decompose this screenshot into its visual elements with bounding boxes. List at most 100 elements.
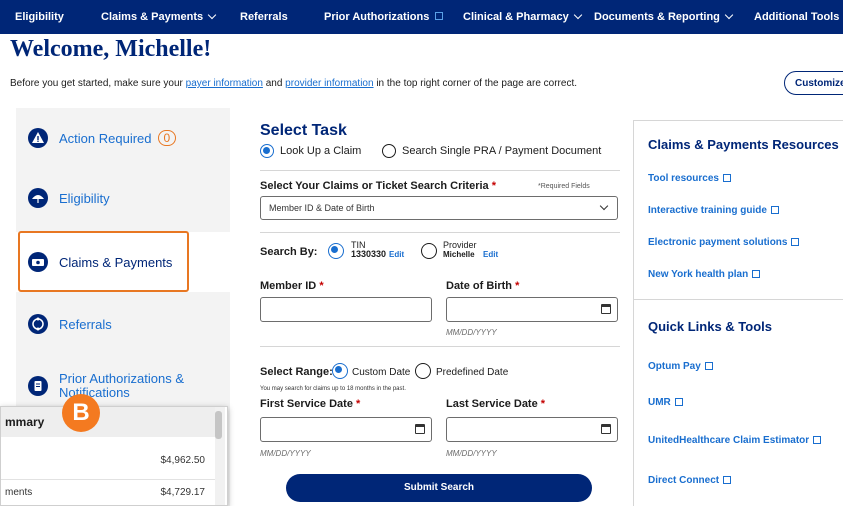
divider <box>634 299 843 300</box>
quick-link[interactable]: UMR <box>648 397 683 408</box>
range-note: You may search for claims up to 18 month… <box>260 386 406 392</box>
calendar-icon[interactable] <box>415 424 425 434</box>
scrollbar-thumb[interactable] <box>215 411 222 439</box>
member-id-input[interactable] <box>260 297 432 322</box>
nav-claims-payments[interactable]: Claims & Payments <box>101 10 217 23</box>
sidebar-item-action-required[interactable]: Action Required 0 <box>16 108 230 168</box>
tin-edit-link[interactable]: Edit <box>389 250 404 259</box>
last-service-input[interactable] <box>446 417 618 442</box>
page-title: Welcome, Michelle! <box>10 36 212 62</box>
nav-prior-authorizations[interactable]: Prior Authorizations <box>324 11 444 23</box>
nav-eligibility[interactable]: Eligibility <box>15 11 64 23</box>
resource-link[interactable]: New York health plan <box>648 269 761 280</box>
dob-label-text: Date of Birth <box>446 280 512 292</box>
calendar-icon[interactable] <box>601 424 611 434</box>
required-asterisk: * <box>356 398 361 410</box>
payer-information-link[interactable]: payer information <box>186 78 263 89</box>
resource-link-label: Interactive training guide <box>648 205 767 216</box>
provider-edit-link[interactable]: Edit <box>483 250 498 259</box>
resource-link[interactable]: Interactive training guide <box>648 205 779 216</box>
nav-referrals[interactable]: Referrals <box>240 11 288 23</box>
resource-link-label: Electronic payment solutions <box>648 237 788 248</box>
external-link-icon <box>722 174 731 182</box>
nav-documents-reporting-label: Documents & Reporting <box>594 11 720 23</box>
external-link-icon <box>704 362 713 370</box>
quick-link-label: Direct Connect <box>648 475 720 486</box>
last-service-hint: MM/DD/YYYY <box>446 449 497 458</box>
callout-badge: B <box>62 394 100 432</box>
external-link-icon <box>752 270 761 278</box>
resource-link[interactable]: Tool resources <box>648 173 731 184</box>
dob-hint: MM/DD/YYYY <box>446 328 497 337</box>
sidebar-item-label: Action Required <box>59 130 152 146</box>
summary-label: ments <box>5 487 33 498</box>
radio-custom-date[interactable] <box>332 363 348 379</box>
nav-documents-reporting[interactable]: Documents & Reporting <box>594 10 734 23</box>
submit-search-button[interactable]: Submit Search <box>286 474 592 502</box>
required-asterisk: * <box>515 280 520 292</box>
tin-value: 1330330 <box>351 249 387 259</box>
dob-label: Date of Birth * <box>446 280 519 292</box>
first-service-input[interactable] <box>260 417 432 442</box>
quick-link[interactable]: Optum Pay <box>648 361 713 372</box>
divider <box>260 170 620 171</box>
chevron-down-icon <box>599 201 609 211</box>
radio-tin[interactable] <box>328 243 344 259</box>
calendar-icon[interactable] <box>601 304 611 314</box>
member-id-label: Member ID * <box>260 280 324 292</box>
divider <box>260 346 620 347</box>
document-icon <box>28 376 48 396</box>
resource-link[interactable]: Electronic payment solutions <box>648 237 800 248</box>
select-task-title: Select Task <box>260 122 347 139</box>
radio-selected[interactable] <box>260 144 274 158</box>
task-option-search-pra[interactable]: Search Single PRA / Payment Document <box>382 144 601 158</box>
quick-links-title: Quick Links & Tools <box>648 319 773 334</box>
provider-information-link[interactable]: provider information <box>285 78 373 89</box>
radio-predefined-date[interactable] <box>415 363 431 379</box>
sidebar-item-referrals[interactable]: Referrals <box>16 294 230 354</box>
sidebar-item-eligibility[interactable]: Eligibility <box>16 168 230 228</box>
warning-icon <box>28 128 48 148</box>
external-link-icon <box>723 476 732 484</box>
chevron-down-icon <box>573 10 583 20</box>
criteria-select-value: Member ID & Date of Birth <box>269 203 375 213</box>
referral-icon <box>28 314 48 334</box>
chevron-down-icon <box>724 10 734 20</box>
nav-additional-tools[interactable]: Additional Tools <box>754 11 839 23</box>
external-link-icon <box>674 398 683 406</box>
summary-overlay: mmary $4,962.50 ments $4,729.17 <box>0 406 228 506</box>
first-service-hint: MM/DD/YYYY <box>260 449 311 458</box>
custom-date-label: Custom Date <box>352 367 411 378</box>
action-count-badge: 0 <box>157 130 177 146</box>
scrollbar[interactable] <box>215 407 225 505</box>
radio-unselected[interactable] <box>382 144 396 158</box>
select-task-form: Select Task Look Up a Claim Search Singl… <box>240 108 625 506</box>
required-asterisk: * <box>491 180 497 192</box>
provider-label: Provider <box>443 240 477 250</box>
umbrella-icon <box>28 188 48 208</box>
active-item-highlight <box>18 231 189 292</box>
nav-prior-authorizations-label: Prior Authorizations <box>324 11 430 23</box>
top-navigation: Eligibility Claims & Payments Referrals … <box>0 0 843 34</box>
required-asterisk: * <box>319 280 324 292</box>
last-service-label-text: Last Service Date <box>446 398 538 410</box>
quick-link[interactable]: UnitedHealthcare Claim Estimator <box>648 435 822 446</box>
summary-title: mmary <box>1 407 215 437</box>
quick-link-label: Optum Pay <box>648 361 701 372</box>
intro-text: Before you get started, make sure your p… <box>10 78 577 89</box>
first-service-label-text: First Service Date <box>260 398 353 410</box>
criteria-select[interactable]: Member ID & Date of Birth <box>260 196 618 220</box>
task-option-lookup-claim[interactable]: Look Up a Claim <box>260 144 361 158</box>
customize-button[interactable]: Customize <box>784 71 843 95</box>
radio-provider[interactable] <box>421 243 437 259</box>
last-service-label: Last Service Date * <box>446 398 545 410</box>
resource-link-label: New York health plan <box>648 269 749 280</box>
nav-clinical-pharmacy[interactable]: Clinical & Pharmacy <box>463 10 583 23</box>
quick-link[interactable]: Direct Connect <box>648 475 732 486</box>
dob-input[interactable] <box>446 297 618 322</box>
quick-link-label: UMR <box>648 397 671 408</box>
intro-text-post: in the top right corner of the page are … <box>373 78 577 89</box>
search-by-label: Search By: <box>260 246 318 258</box>
nav-clinical-pharmacy-label: Clinical & Pharmacy <box>463 11 569 23</box>
intro-text-pre: Before you get started, make sure your <box>10 78 186 89</box>
